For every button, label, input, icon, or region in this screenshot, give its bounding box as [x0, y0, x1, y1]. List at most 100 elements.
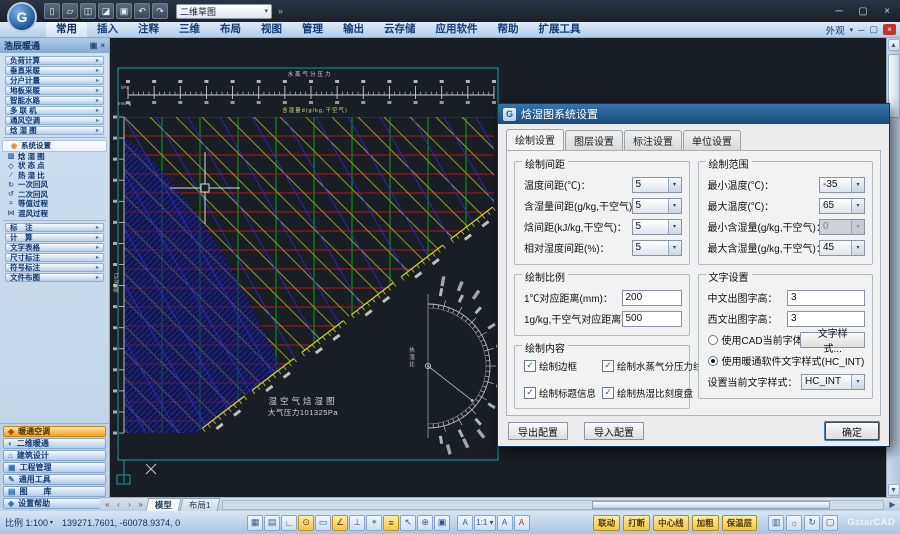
sidebar-group-button[interactable]: 计 算▸ — [5, 233, 104, 242]
enthalpy-spacing-select[interactable]: 5▾ — [632, 219, 682, 235]
new-file-icon[interactable]: ▯ — [44, 3, 60, 19]
max-humidity-select[interactable]: 45▾ — [819, 240, 865, 256]
module-button-6[interactable]: ▤图 库 — [3, 486, 106, 497]
dialog-tab-1[interactable]: 绘制设置 — [506, 129, 564, 150]
module-button-2[interactable]: ◐二维暖通 — [3, 438, 106, 449]
sidebar-tool-4[interactable]: ∕热 湿 比 — [0, 171, 109, 181]
hscrollbar-thumb[interactable] — [592, 501, 830, 509]
export-config-button[interactable]: 导出配置 — [508, 422, 568, 440]
tab-layout1[interactable]: 布局1 — [180, 498, 220, 511]
dialog-tab-3[interactable]: 标注设置 — [624, 130, 682, 151]
sidebar-group-button[interactable]: 标 注▸ — [5, 223, 104, 232]
refresh-icon[interactable]: ↻ — [804, 515, 820, 531]
ok-button[interactable]: 确定 — [825, 422, 879, 440]
checkbox-draw-ratio-dial[interactable]: ✓ — [602, 387, 614, 399]
module-button-1[interactable]: ◆暖通空调 — [3, 426, 106, 437]
dialog-tab-2[interactable]: 图层设置 — [565, 130, 623, 151]
sidebar-tool-8[interactable]: ⋈混风过程 — [0, 209, 109, 219]
save-as-icon[interactable]: ◪ — [98, 3, 114, 19]
clean-screen-icon[interactable]: ▢ — [822, 515, 838, 531]
dialog-tab-4[interactable]: 单位设置 — [683, 130, 741, 151]
minimize-button[interactable]: ─ — [828, 3, 850, 19]
pin-icon[interactable]: ▣ — [90, 41, 98, 50]
sidebar-tool-7[interactable]: ≈等值过程 — [0, 199, 109, 209]
ribbon-tab-5[interactable]: 布局 — [210, 22, 251, 37]
ribbon-tab-10[interactable]: 应用软件 — [426, 22, 488, 37]
ribbon-tab-11[interactable]: 帮助 — [488, 22, 529, 37]
sidebar-group-button[interactable]: 智能水路▸ — [5, 96, 104, 105]
ortho-icon[interactable]: ∟ — [281, 515, 297, 531]
annotation-monitor-icon[interactable]: A — [514, 515, 530, 531]
ribbon-tab-3[interactable]: 注释 — [128, 22, 169, 37]
close-button[interactable]: × — [876, 3, 898, 19]
ribbon-tab-7[interactable]: 管理 — [292, 22, 333, 37]
annotation-scale-select[interactable]: 1:1 ▾ — [474, 515, 495, 531]
temp-distance-input[interactable] — [622, 290, 682, 306]
app-logo-icon[interactable]: G — [7, 2, 37, 32]
scroll-right-icon[interactable]: ▶ — [887, 499, 898, 510]
ribbon-tab-8[interactable]: 输出 — [333, 22, 374, 37]
polar-icon[interactable]: ⊙ — [298, 515, 314, 531]
workspace-select[interactable]: 二维草图 ▾ — [176, 4, 272, 19]
open-file-icon[interactable]: ▱ — [62, 3, 78, 19]
radio-use-hvac-style[interactable] — [708, 356, 718, 366]
module-button-3[interactable]: ⌂建筑设计 — [3, 450, 106, 461]
doc-minimize-button[interactable]: ─ — [858, 25, 864, 35]
sidebar-group-button[interactable]: 焓 湿 图▸ — [5, 126, 104, 135]
horizontal-scrollbar[interactable] — [222, 500, 884, 510]
checkbox-draw-border[interactable]: ✓ — [524, 360, 536, 372]
bulb-icon[interactable]: ☼ — [786, 515, 802, 531]
doc-restore-button[interactable]: ▢ — [869, 24, 878, 35]
humidity-distance-input[interactable] — [622, 311, 682, 327]
ribbon-tab-6[interactable]: 视图 — [251, 22, 292, 37]
toggle-button-2[interactable]: 打断 — [623, 515, 650, 531]
current-text-style-select[interactable]: HC_INT ▾ — [801, 374, 865, 390]
module-button-5[interactable]: ✎通用工具 — [3, 474, 106, 485]
plot-icon[interactable]: ▣ — [116, 3, 132, 19]
temp-spacing-select[interactable]: 5▾ — [632, 177, 682, 193]
sidebar-tool-5[interactable]: ↻一次回风 — [0, 180, 109, 190]
sidebar-group-button[interactable]: 文件布图▸ — [5, 273, 104, 282]
appearance-menu[interactable]: 外观 — [826, 23, 845, 37]
tab-model[interactable]: 模型 — [146, 498, 182, 511]
sidebar-group-button[interactable]: 尺寸标注▸ — [5, 253, 104, 262]
undo-icon[interactable]: ↶ — [134, 3, 150, 19]
sidebar-group-button[interactable]: 多 联 机▸ — [5, 106, 104, 115]
rect-icon[interactable]: ▭ — [315, 515, 331, 531]
max-temp-select[interactable]: 65▾ — [819, 198, 865, 214]
maximize-button[interactable]: ▢ — [852, 3, 874, 19]
module-button-7[interactable]: ◈设置帮助 — [3, 498, 106, 509]
perp-icon[interactable]: ⊥ — [349, 515, 365, 531]
scroll-down-icon[interactable]: ▼ — [888, 484, 900, 496]
sidebar-group-button[interactable]: 分户计量▸ — [5, 76, 104, 85]
toolbar-overflow-icon[interactable]: » — [278, 6, 283, 16]
sidebar-group-button[interactable]: 地板采暖▸ — [5, 86, 104, 95]
toggle-button-3[interactable]: 中心线 — [653, 515, 689, 531]
doc-close-button[interactable]: × — [883, 24, 896, 35]
toggle-button-4[interactable]: 加粗 — [692, 515, 719, 531]
import-config-button[interactable]: 导入配置 — [584, 422, 644, 440]
scale-select[interactable]: 比例 1:100▾ — [5, 516, 53, 529]
lineweight-icon[interactable]: ≡ — [383, 515, 399, 531]
annotation-autoscale-icon[interactable]: A — [497, 515, 513, 531]
close-icon[interactable]: × — [100, 41, 105, 50]
redo-icon[interactable]: ↷ — [152, 3, 168, 19]
sidebar-tool-6[interactable]: ↺二次回风 — [0, 190, 109, 200]
humidity-spacing-select[interactable]: 5▾ — [632, 198, 682, 214]
angle-icon[interactable]: ∠ — [332, 515, 348, 531]
checkbox-draw-vapor-pressure-line[interactable]: ✓ — [602, 360, 614, 372]
grid-icon[interactable]: ▦ — [247, 515, 263, 531]
ribbon-tab-9[interactable]: 云存储 — [374, 22, 426, 37]
toggle-button-1[interactable]: 联动 — [593, 515, 620, 531]
sidebar-group-button[interactable]: 符号标注▸ — [5, 263, 104, 272]
rh-spacing-select[interactable]: 5▾ — [632, 240, 682, 256]
ribbon-tab-4[interactable]: 三维 — [169, 22, 210, 37]
sidebar-group-button[interactable]: 文字表格▸ — [5, 243, 104, 252]
nav-prev-icon[interactable]: ‹ — [113, 499, 124, 510]
sidebar-group-button[interactable]: 负荷计算▸ — [5, 56, 104, 65]
nav-first-icon[interactable]: « — [102, 499, 113, 510]
checkbox-draw-title-info[interactable]: ✓ — [524, 387, 536, 399]
sidebar-group-button[interactable]: 垂直采暖▸ — [5, 66, 104, 75]
nav-last-icon[interactable]: » — [135, 499, 146, 510]
ribbon-tab-2[interactable]: 插入 — [87, 22, 128, 37]
